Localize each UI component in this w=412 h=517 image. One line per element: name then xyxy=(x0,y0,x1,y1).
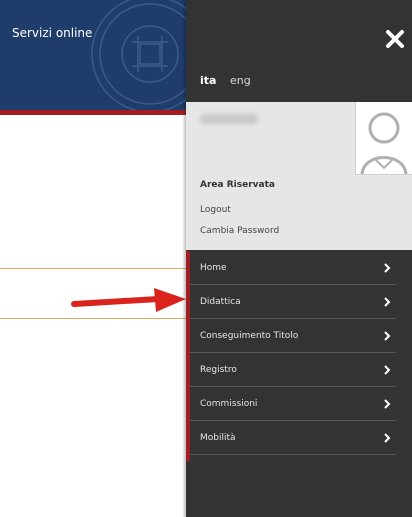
user-panel: Area Riservata Logout Cambia Password xyxy=(186,102,412,250)
user-name-redacted xyxy=(200,114,258,124)
chevron-right-icon xyxy=(384,296,391,307)
content-divider xyxy=(0,318,186,319)
drawer-menu: Home Didattica Conseguimento Titolo Regi… xyxy=(186,251,412,461)
menu-item-didattica[interactable]: Didattica xyxy=(190,285,396,319)
menu-item-label: Conseguimento Titolo xyxy=(200,330,299,341)
close-icon[interactable] xyxy=(384,28,406,50)
user-avatar-icon xyxy=(360,112,408,175)
logout-link[interactable]: Logout xyxy=(200,205,231,215)
lang-eng-link[interactable]: eng xyxy=(230,74,251,87)
chevron-right-icon xyxy=(384,432,391,443)
menu-item-registro[interactable]: Registro xyxy=(190,353,396,387)
menu-item-label: Home xyxy=(200,262,227,273)
header-accent-bar xyxy=(0,110,186,115)
menu-item-label: Registro xyxy=(200,364,237,375)
area-riservata-title: Area Riservata xyxy=(200,180,275,190)
menu-item-label: Mobilità xyxy=(200,432,236,443)
chevron-right-icon xyxy=(384,330,391,341)
chevron-right-icon xyxy=(384,398,391,409)
menu-item-label: Commissioni xyxy=(200,398,258,409)
language-switcher: ita eng xyxy=(200,74,251,87)
red-arrow-annotation-icon xyxy=(71,288,186,312)
chevron-right-icon xyxy=(384,364,391,375)
menu-item-mobilita[interactable]: Mobilità xyxy=(190,421,396,455)
lang-ita-link[interactable]: ita xyxy=(200,74,216,87)
menu-item-conseguimento-titolo[interactable]: Conseguimento Titolo xyxy=(190,319,396,353)
change-password-link[interactable]: Cambia Password xyxy=(200,226,279,236)
menu-item-label: Didattica xyxy=(200,296,241,307)
chevron-right-icon xyxy=(384,262,391,273)
content-divider xyxy=(0,268,186,269)
avatar xyxy=(355,102,412,175)
menu-item-home[interactable]: Home xyxy=(190,251,396,285)
menu-item-commissioni[interactable]: Commissioni xyxy=(190,387,396,421)
app-title: Servizi online xyxy=(12,26,93,40)
